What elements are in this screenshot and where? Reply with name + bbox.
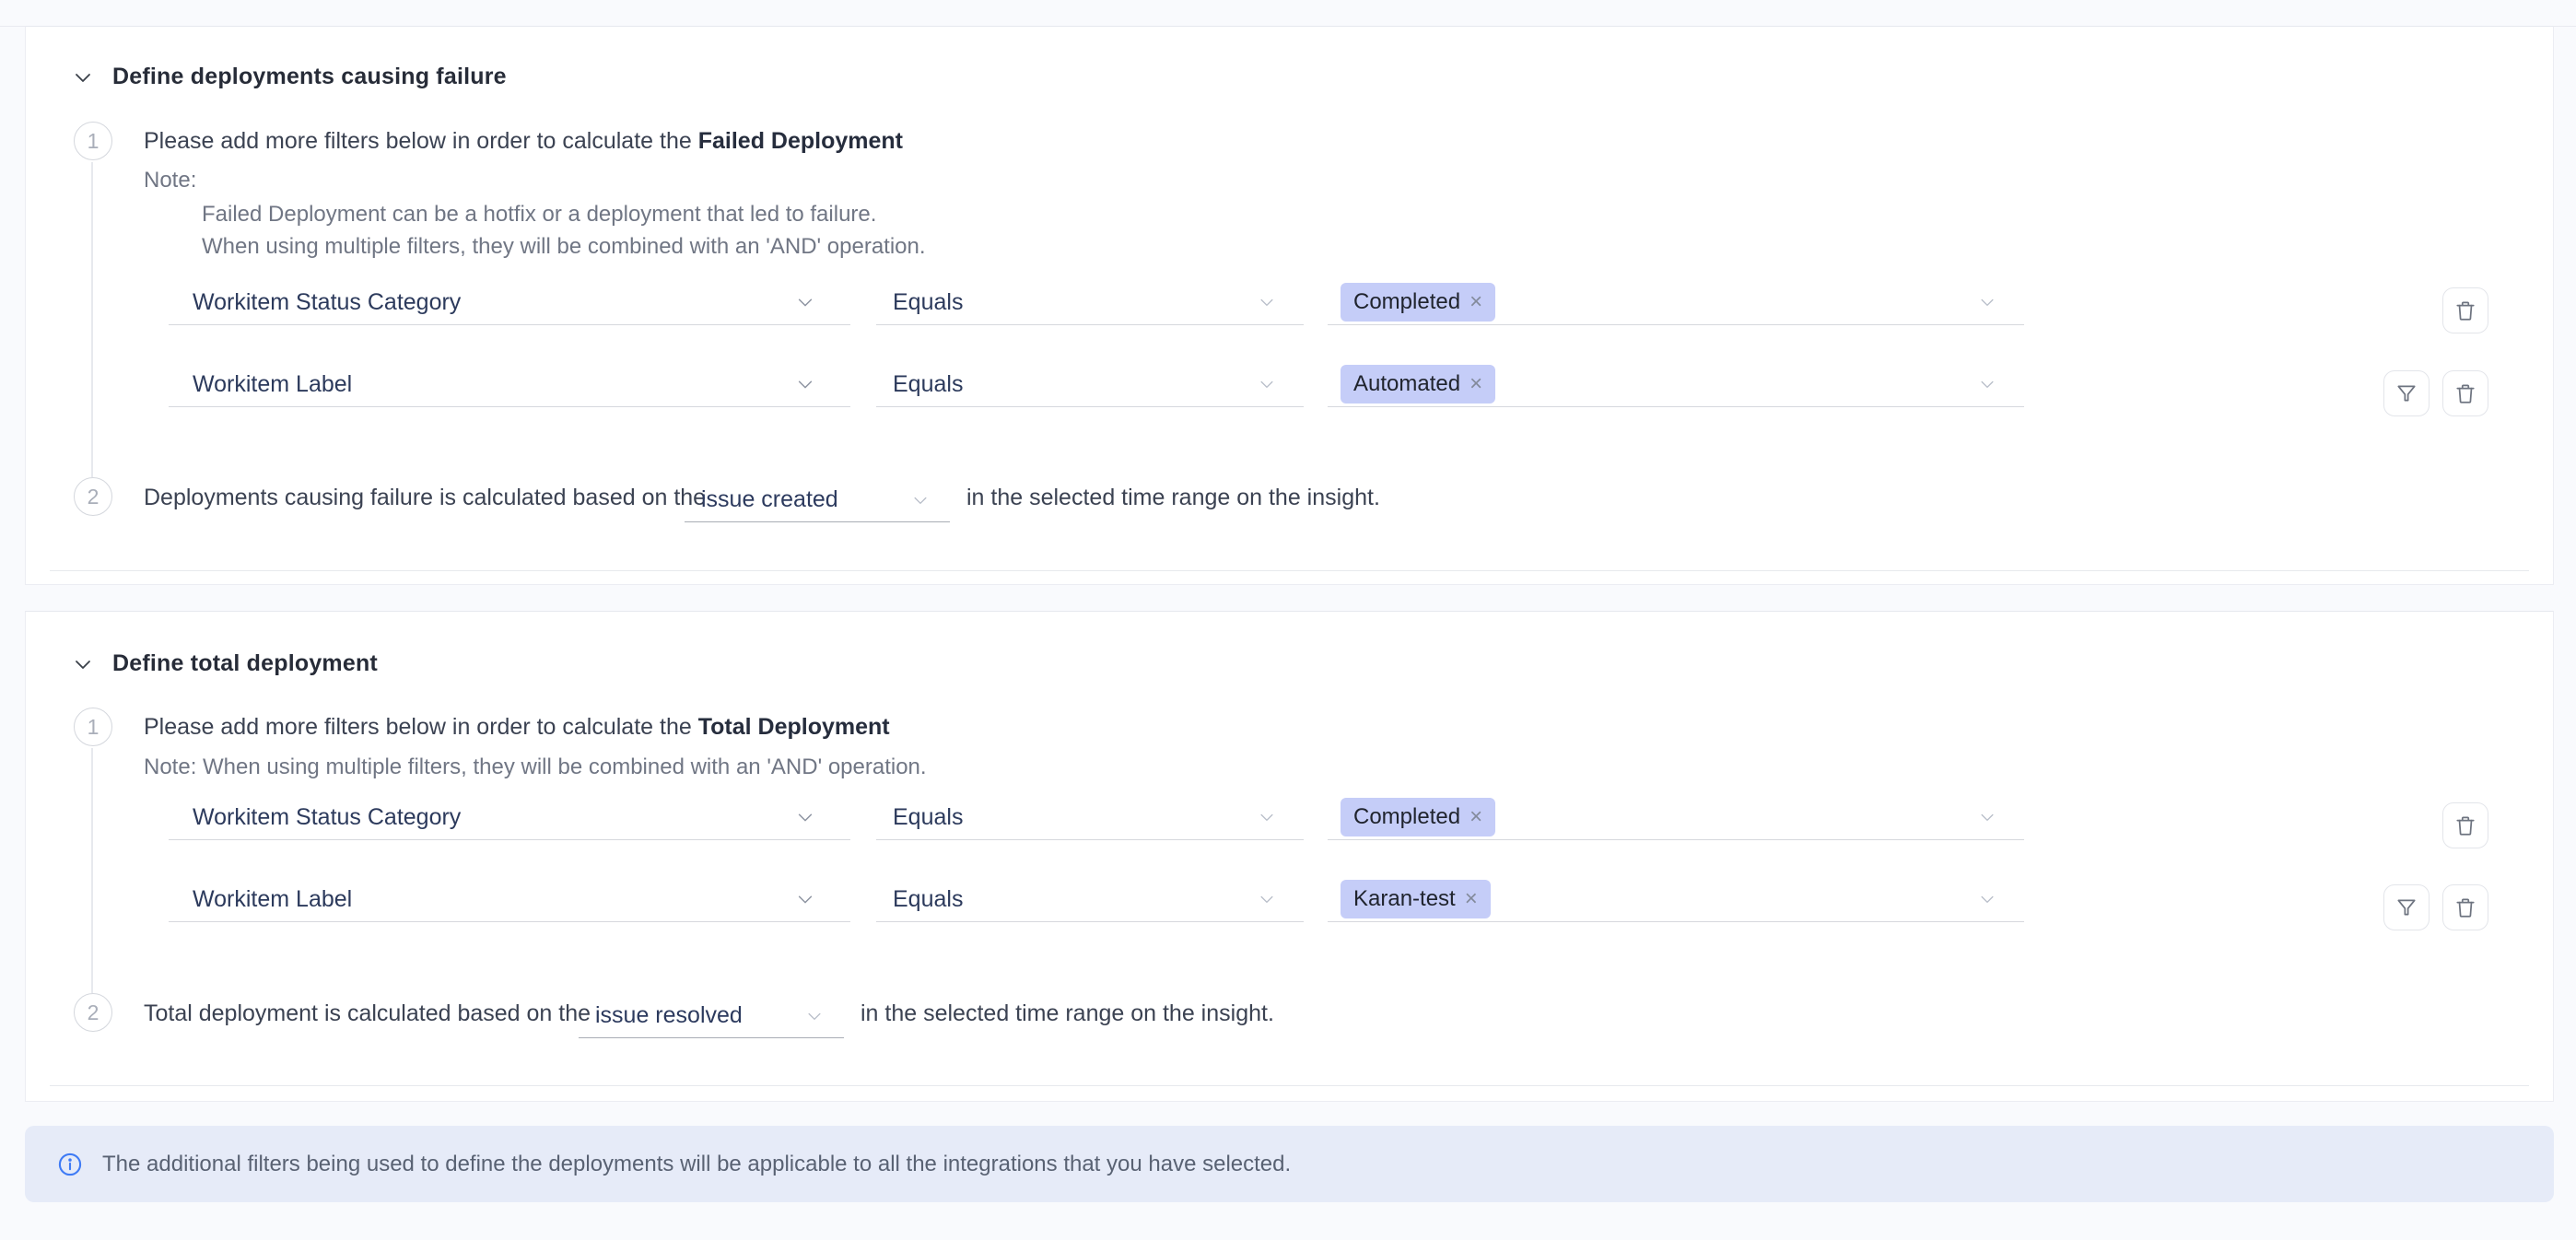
operator-select[interactable]: Equals bbox=[876, 877, 1304, 922]
chevron-down-icon bbox=[1258, 890, 1276, 908]
event-type-select[interactable]: issue created bbox=[685, 478, 950, 522]
operator-select[interactable]: Equals bbox=[876, 795, 1304, 840]
value-tag-label: Completed bbox=[1353, 804, 1460, 830]
info-banner-text: The additional filters being used to def… bbox=[102, 1152, 1291, 1177]
field-select[interactable]: Workitem Label bbox=[169, 877, 850, 922]
event-type-select[interactable]: issue resolved bbox=[579, 994, 844, 1038]
value-tag-label: Completed bbox=[1353, 289, 1460, 315]
step1-instruction: Please add more filters below in order t… bbox=[144, 128, 903, 155]
info-icon bbox=[57, 1152, 83, 1177]
note-line: Note: When using multiple filters, they … bbox=[144, 755, 927, 780]
step1-instruction-prefix: Please add more filters below in order t… bbox=[144, 714, 698, 740]
delete-filter-button[interactable] bbox=[2442, 287, 2488, 333]
chevron-down-icon bbox=[1978, 890, 1996, 908]
step-number-badge: 2 bbox=[74, 993, 112, 1032]
tag-close-icon[interactable]: × bbox=[1469, 373, 1482, 395]
chevron-down-icon bbox=[795, 889, 815, 909]
value-tag: Karan-test × bbox=[1341, 880, 1491, 918]
info-banner: The additional filters being used to def… bbox=[25, 1126, 2554, 1202]
step-number-badge: 1 bbox=[74, 708, 112, 746]
step1-instruction-bold: Failed Deployment bbox=[698, 128, 903, 154]
field-select[interactable]: Workitem Status Category bbox=[169, 795, 850, 840]
add-filter-button[interactable] bbox=[2383, 370, 2430, 416]
step-number-badge: 1 bbox=[74, 122, 112, 160]
collapse-chevron-icon[interactable] bbox=[70, 651, 96, 677]
step2-text-suffix: in the selected time range on the insigh… bbox=[861, 1000, 1274, 1027]
chevron-down-icon bbox=[795, 374, 815, 394]
tag-close-icon[interactable]: × bbox=[1469, 291, 1482, 313]
operator-select-value: Equals bbox=[893, 886, 963, 913]
value-tag-label: Karan-test bbox=[1353, 886, 1456, 912]
event-type-select-value: issue created bbox=[701, 486, 838, 513]
chevron-down-icon bbox=[1258, 808, 1276, 826]
trash-icon bbox=[2453, 895, 2477, 919]
tag-close-icon[interactable]: × bbox=[1465, 888, 1478, 910]
field-select-value: Workitem Status Category bbox=[193, 804, 461, 831]
event-type-select-value: issue resolved bbox=[595, 1002, 743, 1029]
delete-filter-button[interactable] bbox=[2442, 370, 2488, 416]
chevron-down-icon bbox=[1978, 808, 1996, 826]
step-connector-line bbox=[91, 162, 93, 477]
step1-instruction-prefix: Please add more filters below in order t… bbox=[144, 128, 698, 154]
trash-icon bbox=[2453, 381, 2477, 405]
chevron-down-icon bbox=[1258, 293, 1276, 311]
section-title: Define total deployment bbox=[112, 650, 378, 677]
add-filter-button[interactable] bbox=[2383, 884, 2430, 930]
values-select[interactable]: Automated × bbox=[1328, 362, 2024, 407]
value-tag-label: Automated bbox=[1353, 371, 1460, 397]
chevron-down-icon bbox=[911, 491, 930, 509]
operator-select[interactable]: Equals bbox=[876, 362, 1304, 407]
chevron-down-icon bbox=[1978, 375, 1996, 393]
value-tag: Automated × bbox=[1341, 365, 1495, 404]
note-line-1: Failed Deployment can be a hotfix or a d… bbox=[202, 202, 876, 228]
collapse-chevron-icon[interactable] bbox=[70, 64, 96, 90]
operator-select[interactable]: Equals bbox=[876, 280, 1304, 325]
step2-text-prefix: Total deployment is calculated based on … bbox=[144, 1000, 591, 1027]
delete-filter-button[interactable] bbox=[2442, 802, 2488, 848]
chevron-down-icon bbox=[805, 1007, 824, 1025]
values-select[interactable]: Karan-test × bbox=[1328, 877, 2024, 922]
section-header: Define deployments causing failure bbox=[70, 64, 507, 90]
step2-text-suffix: in the selected time range on the insigh… bbox=[966, 485, 1380, 511]
step-connector-line bbox=[91, 748, 93, 993]
section-card-failed-deployments: Define deployments causing failure 1 Ple… bbox=[25, 26, 2554, 585]
value-tag: Completed × bbox=[1341, 798, 1495, 836]
field-select-value: Workitem Status Category bbox=[193, 289, 461, 316]
step1-instruction-bold: Total Deployment bbox=[698, 714, 890, 740]
chevron-down-icon bbox=[795, 807, 815, 827]
chevron-down-icon bbox=[795, 292, 815, 312]
field-select-value: Workitem Label bbox=[193, 886, 352, 913]
section-header: Define total deployment bbox=[70, 650, 378, 677]
note-line-2: When using multiple filters, they will b… bbox=[202, 234, 926, 260]
tag-close-icon[interactable]: × bbox=[1469, 806, 1482, 828]
operator-select-value: Equals bbox=[893, 371, 963, 398]
step-number-badge: 2 bbox=[74, 477, 112, 516]
card-divider bbox=[50, 570, 2529, 571]
operator-select-value: Equals bbox=[893, 804, 963, 831]
field-select[interactable]: Workitem Status Category bbox=[169, 280, 850, 325]
trash-icon bbox=[2453, 298, 2477, 322]
note-label: Note: bbox=[144, 168, 196, 193]
step2-text-prefix: Deployments causing failure is calculate… bbox=[144, 485, 706, 511]
chevron-down-icon bbox=[1258, 375, 1276, 393]
operator-select-value: Equals bbox=[893, 289, 963, 316]
values-select[interactable]: Completed × bbox=[1328, 795, 2024, 840]
section-title: Define deployments causing failure bbox=[112, 64, 507, 90]
card-divider bbox=[50, 1085, 2529, 1086]
delete-filter-button[interactable] bbox=[2442, 884, 2488, 930]
funnel-icon bbox=[2395, 895, 2418, 919]
field-select-value: Workitem Label bbox=[193, 371, 352, 398]
funnel-icon bbox=[2395, 381, 2418, 405]
section-card-total-deployment: Define total deployment 1 Please add mor… bbox=[25, 611, 2554, 1102]
chevron-down-icon bbox=[1978, 293, 1996, 311]
value-tag: Completed × bbox=[1341, 283, 1495, 322]
trash-icon bbox=[2453, 813, 2477, 837]
values-select[interactable]: Completed × bbox=[1328, 280, 2024, 325]
step1-instruction: Please add more filters below in order t… bbox=[144, 714, 890, 741]
field-select[interactable]: Workitem Label bbox=[169, 362, 850, 407]
